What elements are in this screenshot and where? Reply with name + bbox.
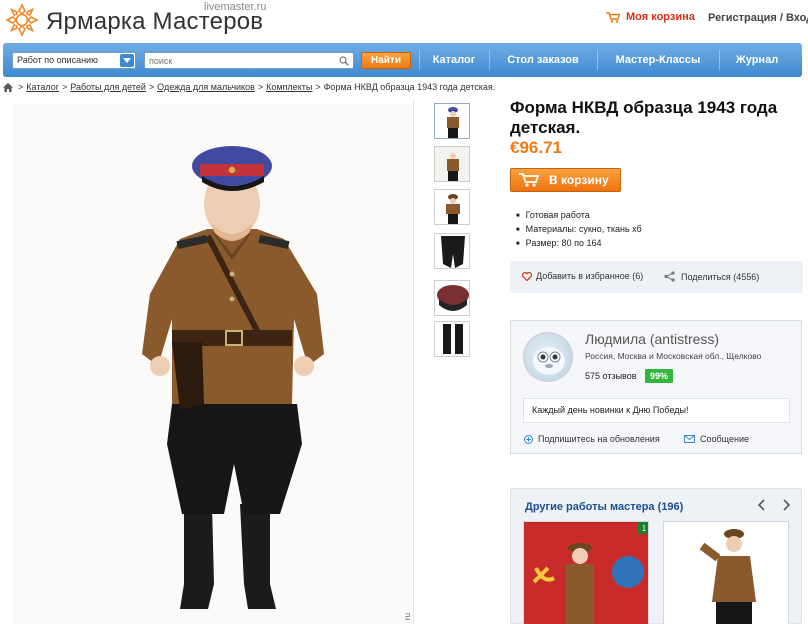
seller-avatar[interactable]: [523, 332, 573, 382]
add-to-cart-button[interactable]: В корзину: [510, 168, 621, 192]
cart-icon: [606, 11, 620, 23]
thumbnail-2[interactable]: [434, 146, 470, 182]
product-photo-illustration: [12, 104, 412, 624]
subscribe-link[interactable]: Подпишитесь на обновления: [524, 434, 660, 444]
breadcrumb-separator: >: [315, 82, 321, 92]
subscribe-label: Подпишитесь на обновления: [538, 434, 660, 444]
thumbnail-5[interactable]: [434, 280, 470, 316]
breadcrumb-separator: >: [18, 82, 24, 92]
breadcrumb-item[interactable]: Одежда для мальчиков: [157, 82, 255, 92]
thumbnail-image: [435, 234, 469, 268]
other-work-badge: 1: [642, 524, 647, 533]
favorite-share-bar: Добавить в избранное (6) Поделиться (455…: [510, 261, 803, 293]
product-features: Готовая работа Материалы: сукно, ткань х…: [516, 208, 642, 250]
add-to-favorites-label: Добавить в избранное (6): [536, 271, 644, 281]
product-title: Форма НКВД образца 1943 года детская.: [510, 98, 778, 137]
share-icon: [664, 271, 675, 282]
plus-icon: [524, 434, 533, 444]
photo-divider: [413, 100, 414, 624]
seller-reviews[interactable]: 575 отзывов: [585, 371, 637, 381]
message-label: Сообщение: [700, 434, 749, 444]
other-work-item[interactable]: [663, 521, 789, 624]
my-cart-link[interactable]: Моя корзина: [606, 11, 695, 23]
breadcrumb-item[interactable]: Работы для детей: [70, 82, 146, 92]
breadcrumb-separator: >: [257, 82, 264, 92]
search-scope-value: Работ по описанию: [17, 55, 98, 65]
search-input[interactable]: [144, 52, 354, 69]
product-main-photo[interactable]: [12, 104, 412, 624]
other-works-panel: Другие работы мастера (196) 1: [510, 488, 802, 624]
photo-watermark-text: ru: [403, 612, 413, 621]
breadcrumb-current: Форма НКВД образца 1943 года детская.: [323, 82, 496, 92]
thumbnail-image: [435, 147, 469, 181]
envelope-icon: [684, 435, 695, 443]
other-work-image: [664, 522, 788, 624]
my-cart-label: Моя корзина: [626, 11, 695, 23]
logo-sun-icon: [5, 3, 39, 37]
nav-item-catalog[interactable]: Каталог: [419, 43, 489, 77]
nav-item-orders[interactable]: Стол заказов: [489, 43, 597, 77]
breadcrumb-item[interactable]: Комплекты: [266, 82, 312, 92]
thumbnail-1[interactable]: [434, 103, 470, 139]
other-work-item[interactable]: 1: [523, 521, 649, 624]
breadcrumb-separator: >: [61, 82, 68, 92]
seller-announcement: Каждый день новинки к Дню Победы!: [523, 398, 790, 423]
feature-item: Размер: 80 по 164: [516, 236, 642, 250]
breadcrumb-separator: >: [148, 82, 155, 92]
other-works-title[interactable]: Другие работы мастера (196): [525, 501, 683, 513]
chevron-right-icon[interactable]: [779, 498, 793, 512]
message-link[interactable]: Сообщение: [684, 434, 749, 444]
feature-item: Готовая работа: [516, 208, 642, 222]
chevron-down-icon: [120, 54, 134, 67]
avatar-image: [533, 347, 565, 375]
product-price: €96.71: [510, 138, 562, 157]
thumbnail-3[interactable]: [434, 189, 470, 225]
thumbnail-6[interactable]: [434, 321, 470, 357]
nav-item-masterclasses[interactable]: Мастер-Классы: [597, 43, 719, 77]
thumbnail-image: [435, 104, 469, 138]
heart-icon: [522, 271, 532, 281]
search-scope-select[interactable]: Работ по описанию: [12, 52, 136, 69]
seller-name[interactable]: Людмила (antistress): [585, 331, 719, 347]
share-link[interactable]: Поделиться (4556): [664, 271, 759, 282]
cart-icon: [519, 173, 539, 187]
main-navbar: Работ по описанию Найти Каталог Стол зак…: [3, 43, 802, 77]
seller-card: Людмила (antistress) Россия, Москва и Мо…: [510, 320, 802, 454]
thumbnail-4[interactable]: [434, 233, 470, 269]
add-to-favorites-link[interactable]: Добавить в избранное (6): [522, 271, 643, 281]
logo-domain: livemaster.ru: [204, 1, 267, 13]
nav-item-journal[interactable]: Журнал: [719, 43, 795, 77]
home-icon[interactable]: [3, 82, 13, 92]
feature-item: Материалы: сукно, ткань хб: [516, 222, 642, 236]
chevron-left-icon[interactable]: [755, 498, 769, 512]
find-button[interactable]: Найти: [361, 52, 411, 69]
add-to-cart-label: В корзину: [549, 173, 609, 187]
thumbnail-image: [435, 281, 469, 315]
search-icon[interactable]: [339, 56, 349, 66]
seller-rating-badge: 99%: [645, 369, 674, 383]
other-work-image: 1: [524, 522, 648, 624]
seller-location: Россия, Москва и Московская обл., Щелков…: [585, 351, 762, 361]
thumbnail-image: [435, 190, 469, 224]
breadcrumb: > Каталог > Работы для детей > Одежда дл…: [3, 82, 495, 92]
register-login-link[interactable]: Регистрация / Вход: [708, 12, 808, 24]
share-label: Поделиться (4556): [681, 271, 760, 282]
thumbnail-image: [435, 322, 469, 356]
breadcrumb-item[interactable]: Каталог: [26, 82, 59, 92]
